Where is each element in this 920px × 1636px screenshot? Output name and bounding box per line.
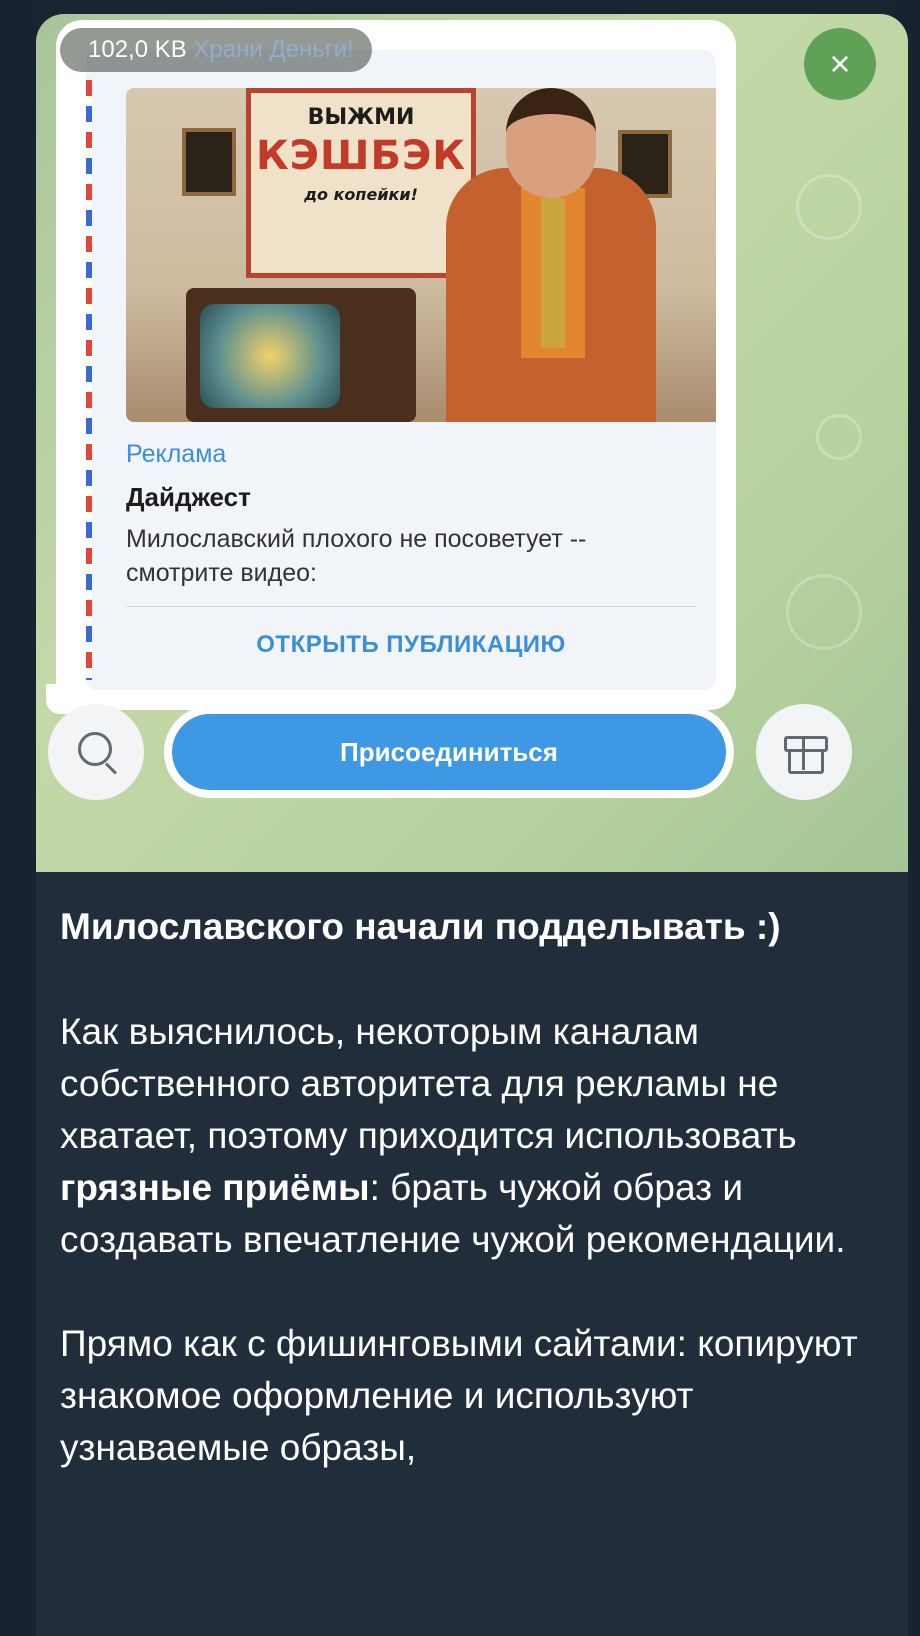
post-caption: Милославского начали подделывать :) Как … [36, 872, 908, 1636]
post-paragraph-2: Прямо как с фишинговыми сайтами: копирую… [60, 1323, 858, 1468]
gift-button[interactable] [756, 704, 852, 800]
search-button[interactable] [48, 704, 144, 800]
retro-tv [186, 288, 416, 422]
man-tie [541, 198, 565, 348]
close-icon: × [829, 43, 851, 84]
background-doodle [816, 414, 862, 460]
tv-screen [200, 304, 340, 408]
telegram-post-view: ВЫЖМИ КЭШБЭК до копейки! Реклама Дайджес… [0, 0, 920, 1636]
ad-image[interactable]: ВЫЖМИ КЭШБЭК до копейки! [126, 88, 716, 422]
chat-background-left [0, 0, 36, 1636]
close-button[interactable]: × [804, 28, 876, 100]
background-doodle [796, 174, 862, 240]
post-title: Милославского начали подделывать :) [60, 906, 781, 947]
open-publication-button[interactable]: ОТКРЫТЬ ПУБЛИКАЦИЮ [126, 620, 696, 670]
divider [126, 606, 696, 607]
poster-line-2: КЭШБЭК [255, 133, 466, 179]
post-text: Милославского начали подделывать :) Как … [60, 900, 860, 1526]
man-head [506, 88, 596, 198]
post-media-screenshot[interactable]: ВЫЖМИ КЭШБЭК до копейки! Реклама Дайджес… [36, 14, 908, 872]
join-button[interactable]: Присоединиться [172, 714, 726, 790]
ad-title: Дайджест [126, 482, 251, 512]
poster-line-3: до копейки! [304, 185, 418, 204]
join-button-frame: Присоединиться [164, 706, 734, 798]
ad-description: Милославский плохого не посоветует -- см… [126, 525, 587, 587]
wall-portrait [182, 128, 236, 196]
paragraph-1-bold: грязные приёмы [60, 1167, 370, 1208]
airmail-stripe [86, 80, 92, 680]
ad-card[interactable]: ВЫЖМИ КЭШБЭК до копейки! Реклама Дайджес… [86, 50, 716, 690]
ad-label: Реклама [126, 440, 227, 468]
post-paragraph-1: Как выяснилось, некоторым каналам собств… [60, 1006, 860, 1266]
file-size-badge: 102,0 KB Храни Деньги! [60, 28, 372, 72]
ad-message-bubble: ВЫЖМИ КЭШБЭК до копейки! Реклама Дайджес… [56, 20, 736, 710]
channel-name-ghost: Храни Деньги! [193, 36, 354, 63]
poster-line-1: ВЫЖМИ [307, 105, 415, 130]
paragraph-1-start: Как выяснилось, некоторым каналам собств… [60, 1011, 797, 1156]
file-size: 102,0 KB [88, 36, 187, 63]
cashback-poster: ВЫЖМИ КЭШБЭК до копейки! [246, 88, 476, 278]
background-doodle [786, 574, 862, 650]
